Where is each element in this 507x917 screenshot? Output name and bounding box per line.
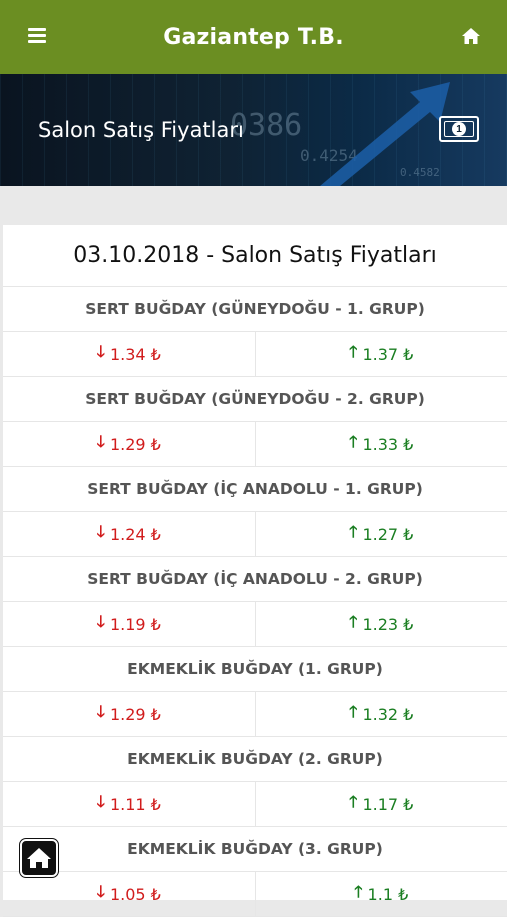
max-price-cell: 🡑 1.1 ₺ xyxy=(256,872,507,916)
arrow-up-icon: 🡑 xyxy=(349,431,357,458)
max-price-cell: 🡑 1.33 ₺ xyxy=(256,422,507,466)
max-price-value: 1.27 ₺ xyxy=(362,525,413,544)
product-group-name: SERT BUĞDAY (GÜNEYDOĞU - 1. GRUP) xyxy=(3,287,507,332)
arrow-up-icon: 🡑 xyxy=(349,521,357,548)
max-price-value: 1.23 ₺ xyxy=(362,615,413,634)
arrow-up-icon: 🡑 xyxy=(349,791,357,818)
max-price-cell: 🡑 1.23 ₺ xyxy=(256,602,507,646)
arrow-down-icon: 🡓 xyxy=(97,611,105,638)
product-group-name: EKMEKLİK BUĞDAY (2. GRUP) xyxy=(3,737,507,782)
arrow-up-icon: 🡑 xyxy=(349,611,357,638)
arrow-down-icon: 🡓 xyxy=(97,341,105,368)
max-price-cell: 🡑 1.17 ₺ xyxy=(256,782,507,826)
arrow-down-icon: 🡓 xyxy=(97,431,105,458)
min-price-cell: 🡓 1.29 ₺ xyxy=(3,692,256,736)
price-row: 🡓 1.29 ₺ 🡑 1.33 ₺ xyxy=(3,422,507,467)
banner-title: Salon Satış Fiyatları xyxy=(38,118,244,142)
max-price-cell: 🡑 1.32 ₺ xyxy=(256,692,507,736)
app-title: Gaziantep T.B. xyxy=(163,25,344,50)
min-price-cell: 🡓 1.24 ₺ xyxy=(3,512,256,556)
min-price-value: 1.05 ₺ xyxy=(110,885,161,904)
min-price-cell: 🡓 1.19 ₺ xyxy=(3,602,256,646)
min-price-cell: 🡓 1.29 ₺ xyxy=(3,422,256,466)
product-group-name: EKMEKLİK BUĞDAY (3. GRUP) xyxy=(3,827,507,872)
product-group-name: SERT BUĞDAY (İÇ ANADOLU - 1. GRUP) xyxy=(3,467,507,512)
min-price-cell: 🡓 1.34 ₺ xyxy=(3,332,256,376)
product-group-name: SERT BUĞDAY (İÇ ANADOLU - 2. GRUP) xyxy=(3,557,507,602)
max-price-value: 1.33 ₺ xyxy=(362,435,413,454)
arrow-down-icon: 🡓 xyxy=(97,521,105,548)
home-icon xyxy=(26,846,52,870)
page-banner: 0386 0.4254 0.4582 Salon Satış Fiyatları… xyxy=(0,74,507,186)
app-header: Gaziantep T.B. xyxy=(0,0,507,74)
min-price-value: 1.34 ₺ xyxy=(110,345,161,364)
price-row: 🡓 1.05 ₺ 🡑 1.1 ₺ xyxy=(3,872,507,917)
price-group-list: SERT BUĞDAY (GÜNEYDOĞU - 1. GRUP) 🡓 1.34 ₺… xyxy=(3,287,507,917)
arrow-up-icon: 🡑 xyxy=(349,341,357,368)
min-price-value: 1.29 ₺ xyxy=(110,705,161,724)
price-row: 🡓 1.34 ₺ 🡑 1.37 ₺ xyxy=(3,332,507,377)
price-row: 🡓 1.19 ₺ 🡑 1.23 ₺ xyxy=(3,602,507,647)
home-icon[interactable] xyxy=(461,26,481,46)
min-price-value: 1.24 ₺ xyxy=(110,525,161,544)
min-price-value: 1.29 ₺ xyxy=(110,435,161,454)
max-price-value: 1.1 ₺ xyxy=(368,885,409,904)
price-row: 🡓 1.11 ₺ 🡑 1.17 ₺ xyxy=(3,782,507,827)
floating-home-button[interactable] xyxy=(20,839,58,877)
arrow-up-icon: 🡑 xyxy=(349,701,357,728)
arrow-down-icon: 🡓 xyxy=(97,881,105,908)
price-table-title: 03.10.2018 - Salon Satış Fiyatları xyxy=(3,225,507,287)
min-price-value: 1.19 ₺ xyxy=(110,615,161,634)
price-row: 🡓 1.29 ₺ 🡑 1.32 ₺ xyxy=(3,692,507,737)
min-price-cell: 🡓 1.11 ₺ xyxy=(3,782,256,826)
min-price-cell: 🡓 1.05 ₺ xyxy=(3,872,256,916)
product-group-name: SERT BUĞDAY (GÜNEYDOĞU - 2. GRUP) xyxy=(3,377,507,422)
price-row: 🡓 1.24 ₺ 🡑 1.27 ₺ xyxy=(3,512,507,557)
min-price-value: 1.11 ₺ xyxy=(110,795,161,814)
max-price-value: 1.37 ₺ xyxy=(362,345,413,364)
money-bill-icon: 1 xyxy=(439,116,479,142)
product-group-name: EKMEKLİK BUĞDAY (1. GRUP) xyxy=(3,647,507,692)
price-card: 03.10.2018 - Salon Satış Fiyatları SERT … xyxy=(3,225,507,900)
arrow-down-icon: 🡓 xyxy=(97,701,105,728)
max-price-value: 1.32 ₺ xyxy=(362,705,413,724)
max-price-cell: 🡑 1.27 ₺ xyxy=(256,512,507,556)
arrow-up-icon: 🡑 xyxy=(354,881,362,908)
rising-arrow-graphic xyxy=(300,74,460,186)
max-price-cell: 🡑 1.37 ₺ xyxy=(256,332,507,376)
max-price-value: 1.17 ₺ xyxy=(362,795,413,814)
arrow-down-icon: 🡓 xyxy=(97,791,105,818)
hamburger-menu-icon[interactable] xyxy=(28,28,46,44)
